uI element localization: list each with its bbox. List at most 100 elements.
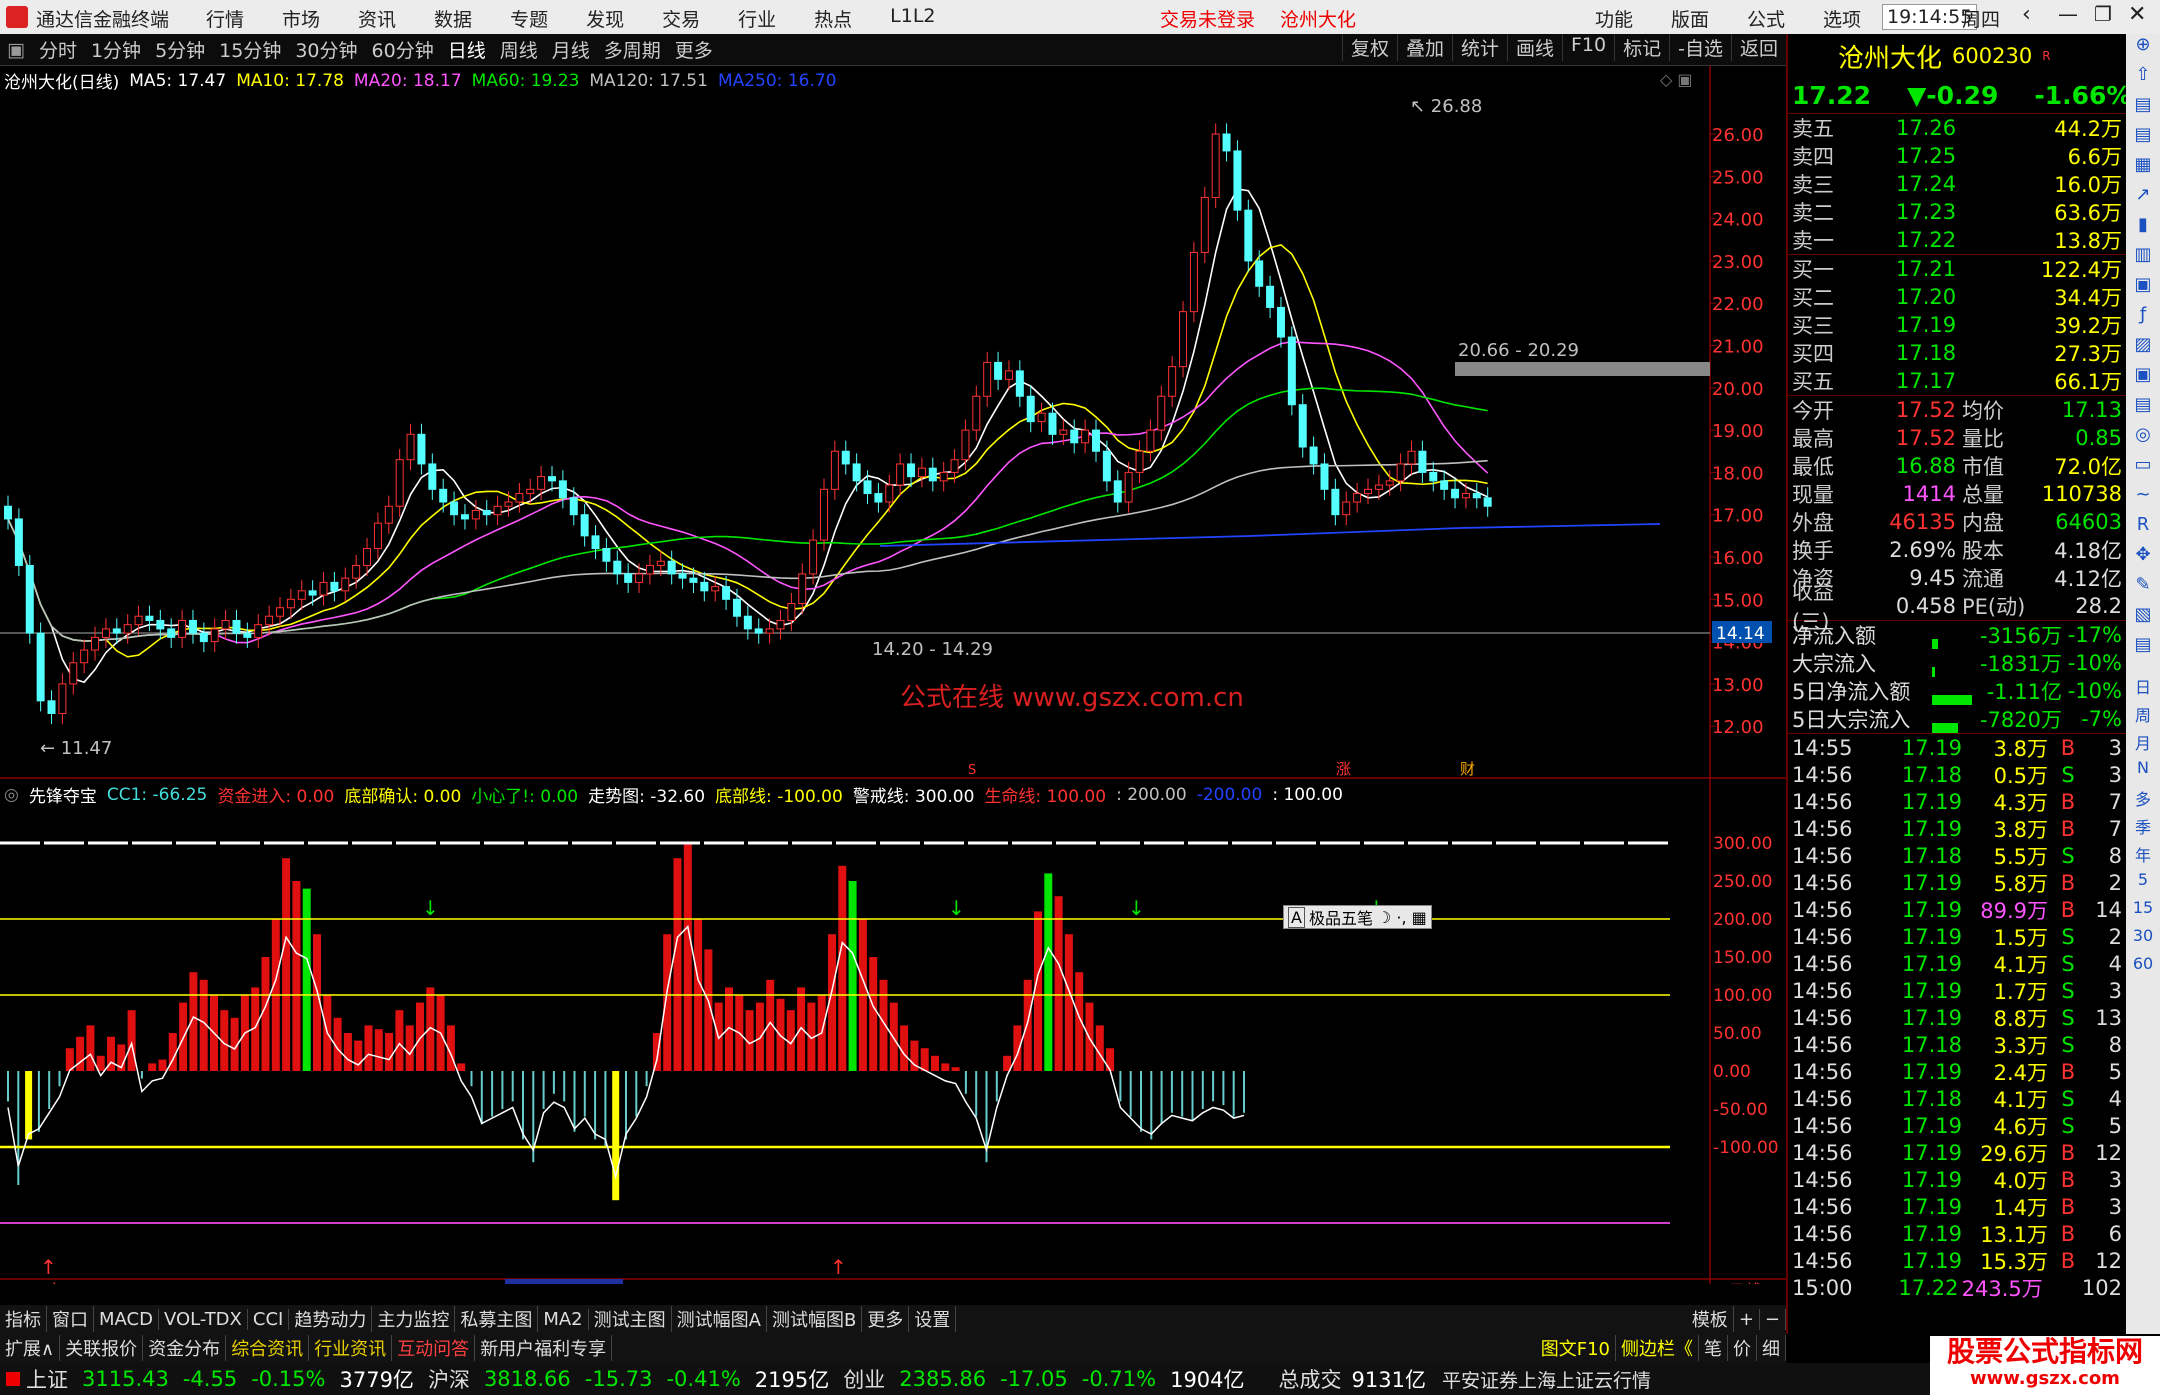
sidebar-period[interactable]: 30 xyxy=(2126,926,2160,954)
sidebar-tool-icon[interactable]: ▤ xyxy=(2126,634,2160,664)
period-tab[interactable]: 多周期 xyxy=(597,36,668,63)
trade-notice[interactable]: 交易未登录 xyxy=(1160,5,1255,32)
broker-info[interactable]: 平安证券上海上证云行情 xyxy=(1442,1366,1651,1393)
sidebar-tool-icon[interactable]: ▧ xyxy=(2126,604,2160,634)
sidebar-tool-icon[interactable]: ▤ xyxy=(2126,124,2160,154)
close-icon[interactable]: ✕ xyxy=(2128,2,2146,27)
chart-tool-button[interactable]: 返回 xyxy=(1730,34,1786,61)
indicator-tab[interactable]: 更多 xyxy=(862,1306,910,1332)
indicator-tab[interactable]: MA2 xyxy=(538,1308,589,1330)
period-tab[interactable]: 周线 xyxy=(493,36,545,63)
sidebar-period[interactable]: 多 xyxy=(2126,786,2160,814)
sidebar-tool-icon[interactable]: ⇧ xyxy=(2126,64,2160,94)
info-tab[interactable]: 扩展∧ xyxy=(0,1335,61,1361)
chart-tool-button[interactable]: 标记 xyxy=(1614,34,1669,61)
period-tab[interactable]: 日线 xyxy=(441,36,493,63)
back-icon[interactable]: ‹ xyxy=(2022,2,2031,27)
minimize-icon[interactable]: — xyxy=(2058,2,2078,26)
period-tab[interactable]: 分时 xyxy=(32,36,84,63)
period-tab[interactable]: 15分钟 xyxy=(212,36,288,63)
sidebar-tool-icon[interactable]: ƒ xyxy=(2126,304,2160,334)
info-tab[interactable]: 新用户福利专享 xyxy=(475,1335,613,1361)
info-tab[interactable]: 综合资讯 xyxy=(226,1335,310,1361)
sidebar-period[interactable]: N xyxy=(2126,758,2160,786)
right-menu-item[interactable]: 选项 xyxy=(1823,5,1861,32)
sidebar-tool-icon[interactable]: ▨ xyxy=(2126,334,2160,364)
kline-chart[interactable]: 26.00 25.00 24.00 23.00 22.00 21.00 20.00 19.00… xyxy=(0,66,1786,779)
menu-item[interactable]: 资讯 xyxy=(358,5,396,32)
indicator-toggle-icon[interactable]: ◎ xyxy=(4,785,19,805)
panel-tab[interactable]: 侧边栏《 xyxy=(1616,1335,1699,1361)
info-tab[interactable]: 关联报价 xyxy=(60,1335,144,1361)
sidebar-period[interactable]: 日 xyxy=(2126,674,2160,702)
sidebar-tool-icon[interactable]: ▭ xyxy=(2126,454,2160,484)
chart-options-icon[interactable]: ◇ ▣ xyxy=(1660,70,1693,89)
restore-icon[interactable]: ❐ xyxy=(2094,2,2112,26)
period-tab[interactable]: 月线 xyxy=(545,36,597,63)
menu-item[interactable]: 市场 xyxy=(282,5,320,32)
sidebar-tool-icon[interactable]: ~ xyxy=(2126,484,2160,514)
panel-tab[interactable]: 价 xyxy=(1728,1335,1757,1361)
panel-tab[interactable]: 图文F10 xyxy=(1536,1335,1616,1361)
menu-item[interactable]: 发现 xyxy=(586,5,624,32)
chart-tool-button[interactable]: 统计 xyxy=(1451,34,1507,61)
menu-item[interactable]: 行情 xyxy=(206,5,244,32)
period-tab[interactable]: 60分钟 xyxy=(365,36,441,63)
sidebar-period[interactable]: 年 xyxy=(2126,842,2160,870)
indicator-tab[interactable]: 窗口 xyxy=(47,1306,94,1332)
sidebar-tool-icon[interactable]: ▣ xyxy=(2126,274,2160,304)
sidebar-tool-icon[interactable]: ▤ xyxy=(2126,394,2160,424)
info-tab[interactable]: 资金分布 xyxy=(143,1335,227,1361)
chart-tool-button[interactable]: 复权 xyxy=(1341,34,1397,61)
indicator-tab[interactable]: MACD xyxy=(94,1308,159,1330)
sidebar-period[interactable]: 季 xyxy=(2126,814,2160,842)
ime-popup[interactable]: A 极品五笔 ☽ ·, ▦ xyxy=(1283,905,1432,929)
right-menu-item[interactable]: 功能 xyxy=(1595,5,1633,32)
sidebar-period[interactable]: 15 xyxy=(2126,898,2160,926)
period-tab[interactable]: 5分钟 xyxy=(148,36,212,63)
menu-item[interactable]: 数据 xyxy=(434,5,472,32)
right-menu-item[interactable]: 版面 xyxy=(1671,5,1709,32)
chart-tool-button[interactable]: -自选 xyxy=(1669,34,1731,61)
menu-item[interactable]: 行业 xyxy=(738,5,776,32)
period-tab[interactable]: 更多 xyxy=(668,36,720,63)
sidebar-tool-icon[interactable]: ▮ xyxy=(2126,214,2160,244)
sidebar-tool-icon[interactable]: R xyxy=(2126,514,2160,544)
period-tab[interactable]: 30分钟 xyxy=(288,36,364,63)
sidebar-tool-icon[interactable]: ▥ xyxy=(2126,244,2160,274)
indicator-tab[interactable]: 主力监控 xyxy=(372,1306,456,1332)
chart-tool-button[interactable]: 画线 xyxy=(1506,34,1562,61)
menu-item[interactable]: 热点 xyxy=(814,5,852,32)
sidebar-tool-icon[interactable]: ✥ xyxy=(2126,544,2160,574)
indicator-tab[interactable]: VOL-TDX xyxy=(159,1308,248,1330)
sidebar-period[interactable]: 5 xyxy=(2126,870,2160,898)
sidebar-period[interactable]: 月 xyxy=(2126,730,2160,758)
indicator-tab[interactable]: 指标 xyxy=(0,1306,47,1332)
sidebar-period[interactable]: 周 xyxy=(2126,702,2160,730)
indicator-tab[interactable]: CCI xyxy=(248,1308,290,1330)
sidebar-tool-icon[interactable]: ▤ xyxy=(2126,94,2160,124)
indicator-tab[interactable]: 测试幅图A xyxy=(672,1306,767,1332)
chart-tool-button[interactable]: 叠加 xyxy=(1396,34,1452,61)
panel-tab[interactable]: 细 xyxy=(1757,1335,1786,1361)
sidebar-period[interactable]: 60 xyxy=(2126,954,2160,982)
menu-item[interactable]: L1L2 xyxy=(890,5,935,32)
indicator-chart[interactable]: 300.00 250.00 200.00 150.00 100.00 50.00 0.00 -… xyxy=(0,779,1786,1284)
sidebar-tool-icon[interactable]: ⊕ xyxy=(2126,34,2160,64)
sidebar-tool-icon[interactable]: ✎ xyxy=(2126,574,2160,604)
period-tab[interactable]: 1分钟 xyxy=(84,36,148,63)
chart-tool-button[interactable]: F10 xyxy=(1562,34,1614,61)
indicator-title[interactable]: 先锋夺宝 xyxy=(29,782,97,807)
panel-tab[interactable]: 笔 xyxy=(1699,1335,1728,1361)
sidebar-tool-icon[interactable]: ▦ xyxy=(2126,154,2160,184)
menu-item[interactable]: 专题 xyxy=(510,5,548,32)
indicator-tab[interactable]: 趋势动力 xyxy=(289,1306,373,1332)
info-tab[interactable]: 行业资讯 xyxy=(309,1335,393,1361)
indicator-tab[interactable]: 设置 xyxy=(909,1306,957,1332)
sidebar-tool-icon[interactable]: ◎ xyxy=(2126,424,2160,454)
template-button[interactable]: 模板 xyxy=(1687,1306,1734,1332)
menu-square-icon[interactable]: ▣ xyxy=(0,39,32,61)
indicator-tab[interactable]: 测试主图 xyxy=(589,1306,672,1332)
sidebar-tool-icon[interactable]: ↗ xyxy=(2126,184,2160,214)
indicator-tab[interactable]: 测试幅图B xyxy=(767,1306,863,1332)
